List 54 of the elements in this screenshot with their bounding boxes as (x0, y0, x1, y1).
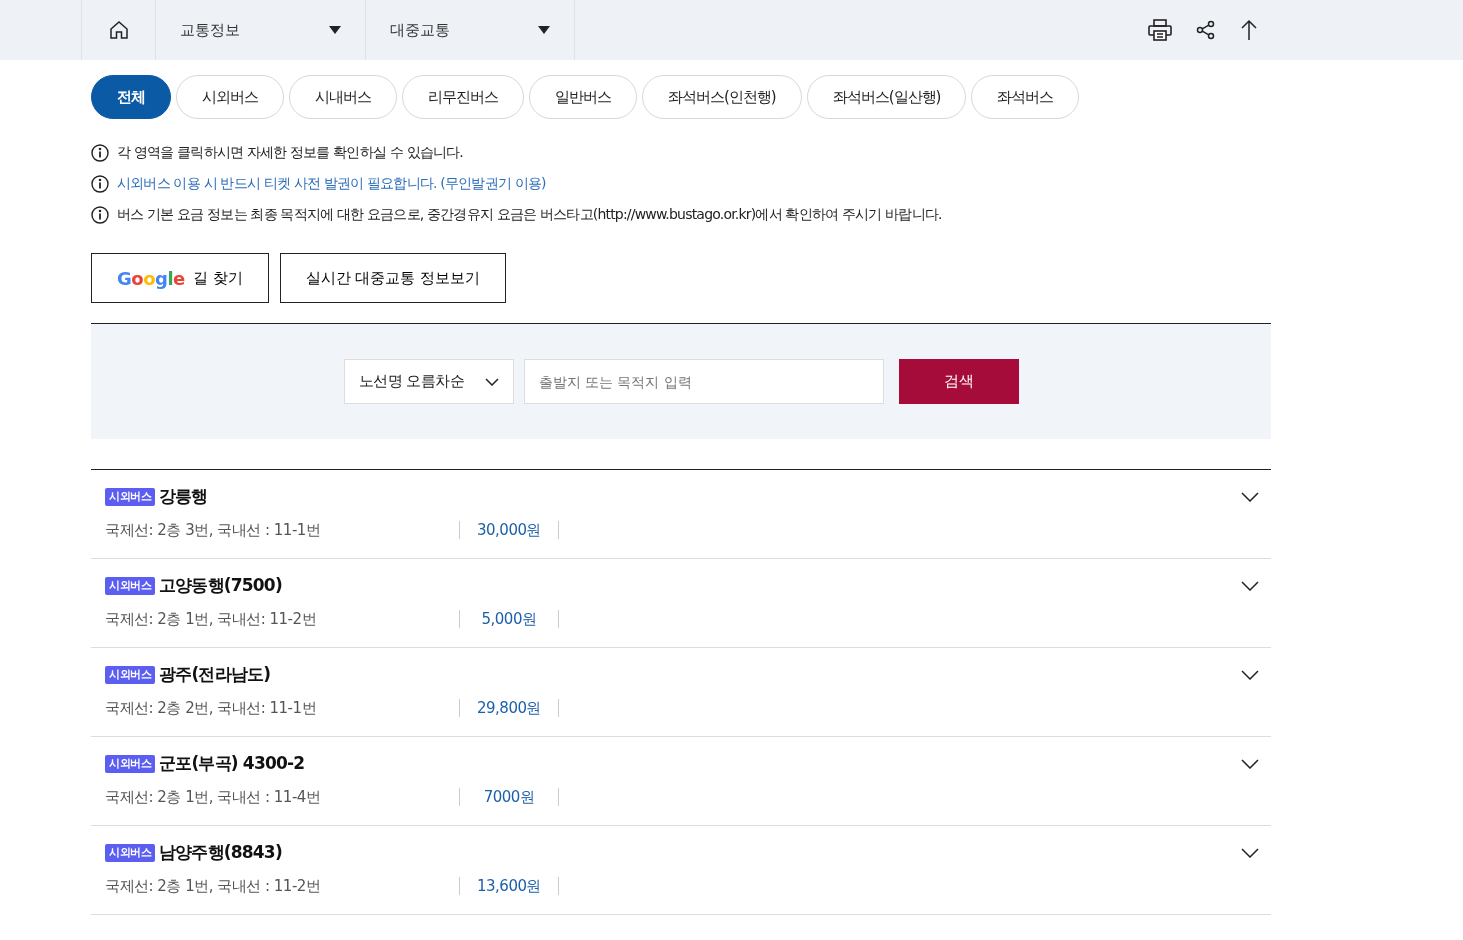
route-tag: 시외버스 (105, 665, 155, 684)
route-item[interactable]: 시외버스 광주(전라남도) 국제선: 2층 2번, 국내선: 11-1번 29,800원 (91, 648, 1271, 737)
fare-text: 30,000원 (459, 520, 559, 539)
print-icon[interactable] (1148, 19, 1172, 41)
search-button[interactable]: 검색 (898, 359, 1019, 404)
filter-tab[interactable]: 일반버스 (529, 75, 637, 119)
route-item[interactable]: 시외버스 강릉행 국제선: 2층 3번, 국내선 : 11-1번 30,000원 (91, 470, 1271, 559)
filter-tab[interactable]: 좌석버스(인천행) (642, 75, 802, 119)
realtime-transit-button[interactable]: 실시간 대중교통 정보보기 (279, 253, 507, 303)
notice-text: 버스 기본 요금 정보는 최종 목적지에 대한 요금으로, 중간경유지 요금은 버스타고(http://www.bustago.or.kr)에서 확인하여 주시기 바랍니다. (117, 205, 942, 224)
fare-text: 13,600원 (459, 876, 559, 895)
route-location: 국제선: 2층 1번, 국내선: 11-2번 (105, 608, 318, 630)
fare-text: 5,000원 (459, 609, 559, 628)
route-location: 국제선: 2층 3번, 국내선 : 11-1번 (105, 519, 322, 541)
search-field[interactable]: 출발지 또는 목적지 입력 (523, 359, 884, 404)
route-tag: 시외버스 (105, 487, 155, 506)
share-icon[interactable] (1196, 20, 1216, 40)
filter-tab[interactable]: 시외버스 (176, 75, 284, 119)
fare-text: 7000원 (459, 787, 559, 806)
fare-text: 29,800원 (459, 698, 559, 717)
sort-dropdown[interactable]: 노선명 오름차순 (343, 359, 514, 404)
google-directions-button[interactable]: Google 길 찾기 (91, 253, 269, 303)
route-location: 국제선: 2층 1번, 국내선 : 11-4번 (105, 786, 322, 808)
route-tag: 시외버스 (105, 843, 155, 862)
info-icon (91, 174, 109, 193)
route-title: 광주(전라남도) (159, 663, 271, 686)
home-icon (108, 20, 129, 40)
route-item[interactable]: 시외버스 고양동행(7500) 국제선: 2층 1번, 국내선: 11-2번 5,000원 (91, 559, 1271, 648)
route-title: 군포(부곡) 4300-2 (159, 752, 305, 775)
google-logo: Google (117, 266, 185, 291)
menu-dropdown[interactable]: 대중교통 (365, 0, 575, 60)
filter-tab[interactable]: 전체 (91, 75, 171, 119)
menu-dropdown[interactable]: 교통정보 (155, 0, 365, 60)
caret-icon (329, 26, 341, 34)
route-title: 고양동행(7500) (159, 574, 282, 597)
notice-text: 각 영역을 클릭하시면 자세한 정보를 확인하실 수 있습니다. (117, 143, 463, 162)
route-location: 국제선: 2층 1번, 국내선 : 11-2번 (105, 875, 322, 897)
arrow-up-icon[interactable] (1240, 19, 1258, 41)
notice-text: 시외버스 이용 시 반드시 티켓 사전 발권이 필요합니다. (무인발권기 이용) (117, 174, 546, 193)
route-title: 남양주행(8843) (159, 841, 282, 864)
filter-tab[interactable]: 좌석버스 (971, 75, 1080, 119)
route-title: 강릉행 (159, 485, 208, 508)
route-item[interactable]: 시외버스 남양주행(8843) 국제선: 2층 1번, 국내선 : 11-2번 13,600원 (91, 826, 1271, 915)
route-tag: 시외버스 (105, 576, 155, 595)
route-tag: 시외버스 (105, 754, 155, 773)
filter-tab[interactable]: 시내버스 (289, 75, 397, 119)
filter-tab[interactable]: 좌석버스(일산행) (806, 75, 967, 119)
info-icon (91, 143, 109, 162)
chevron-down-icon (484, 377, 499, 386)
info-icon (91, 205, 109, 224)
caret-icon (538, 26, 550, 34)
route-item[interactable]: 시외버스 군포(부곡) 4300-2 국제선: 2층 1번, 국내선 : 11-4번 7000원 (91, 737, 1271, 826)
route-location: 국제선: 2층 2번, 국내선: 11-1번 (105, 697, 318, 719)
filter-tab[interactable]: 리무진버스 (402, 75, 524, 119)
